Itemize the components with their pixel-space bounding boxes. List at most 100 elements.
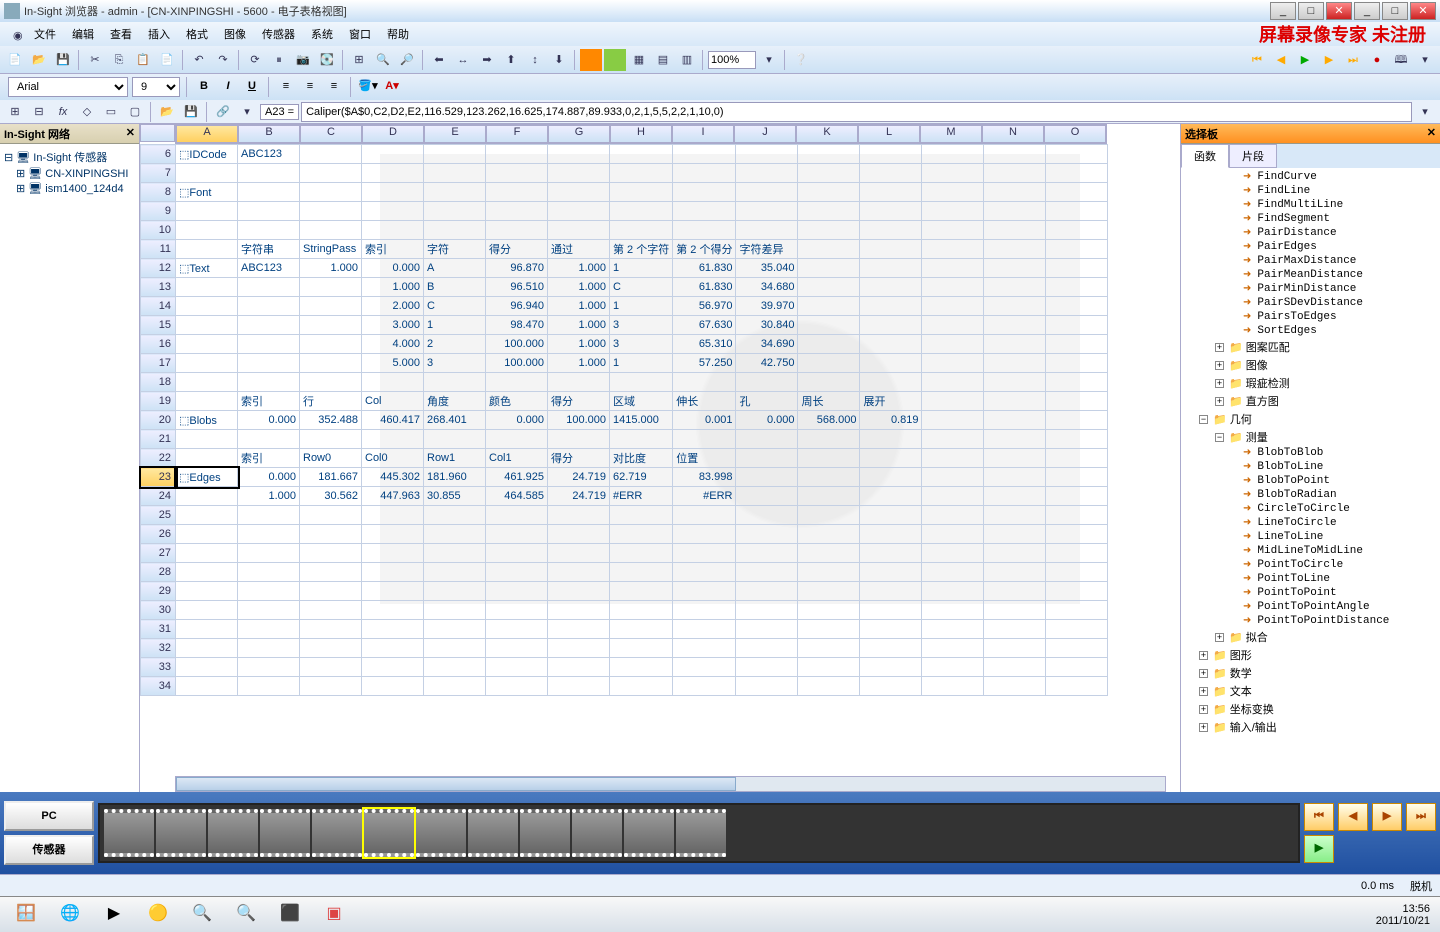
cell[interactable] [548, 183, 610, 202]
cell[interactable] [1046, 620, 1108, 639]
grid-tool-icon[interactable]: ▭ [100, 101, 122, 123]
cell[interactable]: 1.000 [300, 259, 362, 278]
cell[interactable] [238, 601, 300, 620]
fx-icon-1[interactable]: ⊞ [4, 101, 26, 123]
cell[interactable] [610, 601, 673, 620]
cell[interactable] [922, 354, 984, 373]
column-header[interactable]: G [548, 125, 610, 143]
cell[interactable] [673, 544, 736, 563]
cell[interactable]: 角度 [424, 392, 486, 411]
cell[interactable] [1046, 164, 1108, 183]
save2-icon[interactable]: 💾 [180, 101, 202, 123]
cell[interactable] [548, 563, 610, 582]
cell[interactable] [300, 430, 362, 449]
zoom-input[interactable] [708, 51, 756, 69]
app-menu-icon[interactable]: ◉ [4, 23, 26, 45]
cell[interactable] [238, 677, 300, 696]
align-center-button[interactable]: ≡ [300, 77, 320, 97]
cell[interactable] [300, 601, 362, 620]
tree-root[interactable]: ⊟ 🖥 In-Sight 传感器 [4, 148, 135, 166]
cell[interactable]: Col0 [362, 449, 424, 468]
cell[interactable]: ABC123 [238, 259, 300, 278]
cell[interactable] [673, 202, 736, 221]
cell[interactable] [922, 411, 984, 430]
zoom-fit-icon[interactable]: ⊞ [348, 49, 370, 71]
cell[interactable] [1046, 639, 1108, 658]
menu-edit[interactable]: 编辑 [64, 24, 102, 44]
cell[interactable] [610, 430, 673, 449]
cell[interactable] [1046, 449, 1108, 468]
cell[interactable] [860, 639, 922, 658]
film-frame-selected[interactable] [364, 809, 414, 857]
cell[interactable] [798, 240, 860, 259]
cell[interactable] [1046, 411, 1108, 430]
cell[interactable] [300, 544, 362, 563]
tree-leaf[interactable]: FindCurve [1183, 170, 1438, 184]
cell[interactable] [736, 620, 798, 639]
cell[interactable] [238, 354, 300, 373]
cell[interactable] [610, 544, 673, 563]
cell[interactable] [176, 506, 238, 525]
cell[interactable] [673, 183, 736, 202]
cell[interactable] [238, 506, 300, 525]
cell[interactable] [300, 582, 362, 601]
column-header[interactable]: M [920, 125, 982, 143]
cell[interactable]: 1.000 [362, 278, 424, 297]
cell[interactable] [362, 221, 424, 240]
cell[interactable]: 0.819 [860, 411, 922, 430]
cell[interactable] [736, 430, 798, 449]
row-header[interactable]: 13 [141, 278, 176, 297]
cell[interactable] [300, 506, 362, 525]
cell[interactable]: 3 [610, 316, 673, 335]
cell[interactable] [798, 563, 860, 582]
cell[interactable] [798, 468, 860, 487]
cell[interactable] [176, 620, 238, 639]
cell[interactable] [860, 601, 922, 620]
cell[interactable] [922, 620, 984, 639]
cell[interactable] [486, 145, 548, 164]
cell[interactable] [424, 639, 486, 658]
cell[interactable] [984, 202, 1046, 221]
tree-leaf[interactable]: BlobToBlob [1183, 446, 1438, 460]
cell[interactable] [300, 164, 362, 183]
cell[interactable]: #ERR [673, 487, 736, 506]
cell[interactable] [610, 202, 673, 221]
cell[interactable]: 第 2 个得分 [673, 240, 736, 259]
cell[interactable]: ⬚Edges [176, 468, 238, 487]
film-frame[interactable] [468, 809, 518, 857]
tree-leaf[interactable]: BlobToPoint [1183, 474, 1438, 488]
tree-node[interactable]: + 📁 直方图 [1183, 392, 1438, 410]
cell[interactable] [860, 221, 922, 240]
tree-node[interactable]: − 📁 几何 [1183, 410, 1438, 428]
first-icon[interactable]: ⏮ [1246, 49, 1268, 71]
cell[interactable] [922, 278, 984, 297]
cell[interactable] [238, 221, 300, 240]
cell[interactable]: Col [362, 392, 424, 411]
cell[interactable] [860, 373, 922, 392]
cell[interactable]: 67.630 [673, 316, 736, 335]
cell[interactable] [984, 316, 1046, 335]
cell[interactable] [922, 145, 984, 164]
tree-leaf[interactable]: PointToCircle [1183, 558, 1438, 572]
cell[interactable] [362, 145, 424, 164]
cell[interactable] [176, 240, 238, 259]
cell[interactable] [984, 278, 1046, 297]
row-header[interactable]: 8 [141, 183, 176, 202]
cell[interactable] [1046, 297, 1108, 316]
cell[interactable] [922, 582, 984, 601]
cell[interactable] [798, 373, 860, 392]
tree-node[interactable]: + 📁 拟合 [1183, 628, 1438, 646]
cell[interactable] [486, 164, 548, 183]
column-header[interactable]: A [176, 125, 238, 143]
tree-leaf[interactable]: SortEdges [1183, 324, 1438, 338]
menu-image[interactable]: 图像 [216, 24, 254, 44]
column-header[interactable]: N [982, 125, 1044, 143]
row-header[interactable]: 27 [141, 544, 176, 563]
cell[interactable] [736, 639, 798, 658]
cell[interactable] [798, 658, 860, 677]
cell[interactable] [736, 506, 798, 525]
cell[interactable] [486, 506, 548, 525]
cell[interactable] [548, 430, 610, 449]
row-header[interactable]: 6 [141, 145, 176, 164]
cell[interactable] [860, 506, 922, 525]
